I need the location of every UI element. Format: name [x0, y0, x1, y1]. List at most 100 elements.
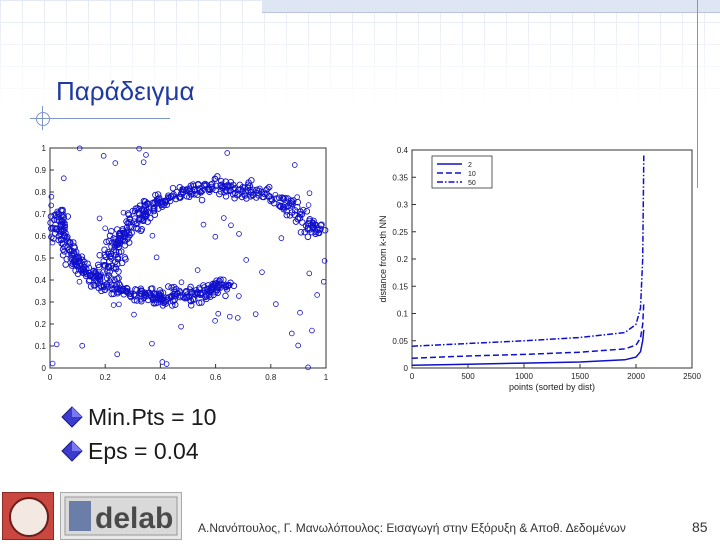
footer-citation: Α.Νανόπουλος, Γ. Μανωλόπουλος: Εισαγωγή …: [198, 521, 626, 535]
diamond-bullet-icon: [61, 406, 83, 428]
delab-logo-graphic: delab: [64, 496, 178, 536]
y-tick-label: 0.2: [397, 255, 409, 264]
noise-point: [234, 315, 241, 321]
scatter-point: [62, 261, 69, 268]
crosshair-circle-icon: [36, 112, 50, 126]
x-tick-label: 0: [48, 373, 53, 382]
legend-label: 10: [468, 171, 476, 178]
y-tick-label: 0.6: [35, 232, 47, 241]
delab-logo-text: delab: [95, 502, 173, 535]
y-tick-label: 1: [42, 144, 47, 153]
scatter-point: [63, 255, 71, 263]
noise-point: [212, 233, 219, 240]
y-tick-label: 0.7: [35, 210, 47, 219]
top-decor-bar: [262, 0, 720, 13]
scatter-point: [169, 184, 177, 192]
x-tick-label: 0.6: [210, 373, 222, 382]
x-tick-label: 1500: [571, 372, 589, 381]
kdist-chart: 0 500 1000 1500 2000 2500 0 0.05 0.1 0.15 0.2 0.25 0…: [378, 146, 701, 392]
noise-point: [295, 342, 301, 349]
bullet-text: Min.Pts = 10: [88, 403, 217, 430]
kdist-legend: 2 10 50: [431, 155, 493, 189]
noise-point: [243, 257, 249, 263]
noise-point: [79, 342, 85, 349]
noise-point: [212, 318, 218, 324]
noise-point: [228, 222, 234, 229]
noise-point: [136, 145, 142, 152]
noise-point: [149, 232, 156, 239]
noise-point: [96, 215, 103, 222]
noise-point: [259, 269, 265, 275]
noise-point: [49, 360, 56, 367]
y-tick-label: 0: [42, 364, 47, 373]
noise-point: [178, 279, 185, 286]
noise-point: [291, 162, 298, 168]
scatter-point: [151, 211, 159, 218]
y-tick-label: 0.4: [35, 276, 47, 285]
noise-point: [140, 159, 147, 165]
noise-point: [278, 235, 285, 241]
delab-logo: delab: [60, 492, 182, 540]
crosshair-line: [42, 106, 43, 130]
noise-point: [226, 313, 233, 320]
x-tick-label: 0.4: [155, 373, 167, 382]
noise-point: [76, 278, 83, 285]
scatter-point: [47, 219, 54, 227]
x-tick-label: 0.2: [100, 373, 112, 382]
y-tick-label: 0.1: [35, 342, 47, 351]
noise-point: [314, 292, 320, 298]
noise-point: [215, 310, 221, 317]
noise-point: [320, 278, 327, 285]
noise-point: [236, 231, 242, 237]
y-tick-label: 0.4: [397, 146, 409, 155]
noise-point: [306, 270, 313, 277]
legend-label: 2: [468, 162, 472, 169]
y-tick-label: 0.05: [392, 337, 408, 346]
x-tick-label: 0.8: [265, 373, 277, 382]
bullet-item: Min.Pts = 10: [60, 402, 216, 432]
scatter-point: [165, 283, 172, 290]
noise-point: [143, 152, 149, 158]
noise-point: [273, 301, 279, 307]
scatter-point: [198, 196, 206, 204]
noise-point: [294, 194, 300, 200]
noise-point: [102, 225, 108, 232]
noise-point: [252, 311, 259, 317]
y-tick-label: 0.15: [392, 282, 408, 291]
scatter-point: [303, 208, 311, 215]
bullet-list: Min.Pts = 10 Eps = 0.04: [60, 402, 216, 470]
noise-point: [112, 160, 119, 166]
noise-point: [178, 323, 184, 330]
scatter-chart: 0 0.2 0.4 0.6 0.8 1 0 0.1 0.2 0.3 0.4 0.5 0.6 0.7 0.8 0…: [35, 144, 329, 382]
y-tick-label: 0.35: [392, 173, 408, 182]
page-number: 85: [692, 519, 708, 535]
noise-point: [221, 215, 227, 221]
x-tick-label: 1: [324, 373, 329, 382]
noise-point: [100, 153, 107, 159]
y-axis-label: distance from k-th NN: [378, 215, 388, 302]
legend-label: 50: [468, 180, 476, 187]
bullet-item: Eps = 0.04: [60, 436, 216, 466]
y-tick-label: 0.8: [35, 188, 47, 197]
noise-point: [60, 175, 67, 182]
noise-point: [53, 341, 60, 348]
y-tick-label: 0.9: [35, 166, 47, 175]
bullet-text: Eps = 0.04: [88, 437, 199, 464]
noise-point: [224, 150, 231, 156]
noise-point: [306, 190, 313, 196]
y-tick-label: 0.3: [397, 201, 409, 210]
slide-title: Παράδειγμα: [56, 76, 195, 106]
x-tick-label: 2500: [683, 372, 701, 381]
noise-point: [48, 202, 54, 209]
noise-point: [288, 330, 295, 337]
seal-emblem-icon: [9, 497, 49, 537]
x-tick-label: 500: [461, 372, 475, 381]
noise-point: [114, 351, 120, 358]
kdist-axes: 0 500 1000 1500 2000 2500 0 0.05 0.1 0.15 0.2 0.25 0…: [378, 146, 701, 392]
noise-point: [200, 221, 207, 228]
scatter-point: [222, 292, 229, 300]
university-seal-logo: [2, 492, 54, 540]
noise-point: [131, 311, 137, 318]
y-tick-label: 0: [404, 364, 409, 373]
series-line-10: [411, 302, 645, 359]
